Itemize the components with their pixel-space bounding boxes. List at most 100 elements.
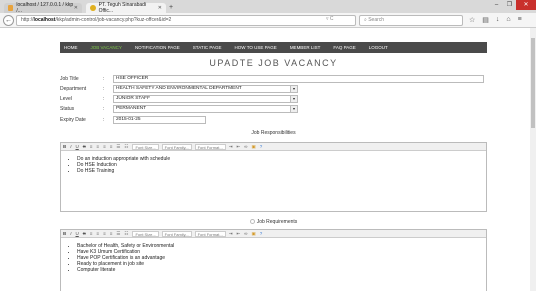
page-title: UPADTE JOB VACANCY [209, 58, 338, 68]
reading-list-icon[interactable]: ▤ [482, 16, 489, 24]
responsibilities-editor[interactable]: B I U S ≡ ≡ ≡ ≡ ☰ ☷ Font Size... Font Fa… [60, 142, 487, 212]
status-select[interactable]: PERMANENT ▾ [113, 104, 298, 113]
job-title-input[interactable]: HSE OFFICER [113, 74, 484, 83]
outdent-icon[interactable]: ⇤ [237, 231, 241, 237]
editor-toolbar: B I U S ≡ ≡ ≡ ≡ ☰ ☷ Font Size... Font Fa… [61, 230, 486, 238]
align-left-icon[interactable]: ≡ [90, 231, 93, 236]
justify-icon[interactable]: ≡ [110, 144, 113, 149]
browser-tab-active[interactable]: PT. Teguh Sinarabadi Offic... ✕ [86, 2, 166, 14]
bold-icon[interactable]: B [63, 144, 66, 149]
editor-toolbar: B I U S ≡ ≡ ≡ ≡ ☰ ☷ Font Size... Font Fa… [61, 143, 486, 151]
expiry-date-label: Expiry Date [60, 116, 86, 123]
level-label: Level [60, 95, 72, 102]
indent-icon[interactable]: ⇥ [229, 231, 233, 237]
numbered-list-icon[interactable]: ☷ [124, 144, 128, 150]
italic-icon[interactable]: I [70, 144, 71, 149]
page-scrollbar[interactable] [530, 28, 536, 291]
phpmyadmin-icon [8, 5, 14, 11]
bullet-list-icon[interactable]: ☰ [116, 231, 120, 237]
close-window-icon[interactable]: ✕ [516, 0, 536, 10]
home-icon[interactable]: ⌂ [506, 16, 510, 24]
browser-tab-bar: localhost / 127.0.0.1 / kkp /... ✕ PT. T… [0, 0, 536, 14]
indent-icon[interactable]: ⇥ [229, 144, 233, 150]
align-right-icon[interactable]: ≡ [103, 231, 106, 236]
close-tab-icon[interactable]: ✕ [74, 5, 78, 11]
list-item: Do HSE Training [77, 168, 486, 174]
requirements-heading: Job Requirements [60, 219, 487, 225]
underline-icon[interactable]: U [76, 144, 79, 149]
align-right-icon[interactable]: ≡ [103, 144, 106, 149]
search-input[interactable]: ⌕ Search [359, 15, 463, 26]
admin-menu: HOME JOB VACANCY NOTIFICATION PAGE STATI… [60, 42, 487, 53]
hamburger-menu-icon[interactable]: ≡ [518, 16, 522, 24]
help-icon[interactable]: ? [260, 231, 263, 236]
italic-icon[interactable]: I [70, 231, 71, 236]
align-center-icon[interactable]: ≡ [96, 231, 99, 236]
underline-icon[interactable]: U [76, 231, 79, 236]
radio-icon [249, 219, 255, 225]
menu-job-vacancy[interactable]: JOB VACANCY [91, 45, 122, 50]
responsibilities-list: Do an induction appropriate with schedul… [61, 151, 486, 174]
menu-home[interactable]: HOME [64, 45, 78, 50]
colon: : [103, 75, 105, 82]
requirements-list: Bachelor of Health, Safety or Environmen… [61, 238, 486, 273]
new-tab-icon[interactable]: + [169, 4, 173, 11]
align-left-icon[interactable]: ≡ [90, 144, 93, 149]
responsibilities-heading: Job Responsibilities [60, 130, 487, 136]
outdent-icon[interactable]: ⇤ [237, 144, 241, 150]
menu-logout[interactable]: LOGOUT [369, 45, 388, 50]
back-arrow-icon[interactable]: ← [3, 15, 14, 26]
font-format-select[interactable]: Font Format... [194, 143, 226, 150]
scrollbar-thumb[interactable] [531, 38, 535, 128]
navigation-bar: ← http://localhost/kkp/admin-control/job… [0, 13, 536, 28]
status-row: Status : PERMANENT ▾ [60, 104, 298, 113]
menu-how-to-use-page[interactable]: HOW TO USE PAGE [235, 45, 277, 50]
site-favicon-icon [90, 5, 96, 11]
font-family-select[interactable]: Font Family... [161, 143, 192, 150]
image-icon[interactable]: ▣ [252, 144, 256, 150]
department-select[interactable]: HEALTH SAFETY AND ENVIRONMENTAL DEPARTME… [113, 84, 298, 93]
strikethrough-icon[interactable]: S [83, 231, 86, 236]
address-bar[interactable]: http://localhost/kkp/admin-control/job-v… [16, 15, 356, 26]
bookmark-star-icon[interactable]: ☆ [469, 16, 475, 24]
colon: : [103, 116, 105, 123]
url-prefix: http:// [21, 17, 34, 23]
heading-text: Job Requirements [256, 219, 298, 225]
download-icon[interactable]: ↓ [496, 16, 500, 24]
colon: : [103, 105, 105, 112]
menu-static-page[interactable]: STATIC PAGE [193, 45, 222, 50]
job-title-row: Job Title : HSE OFFICER [60, 74, 484, 83]
heading-text: Job Responsibilities [251, 130, 296, 136]
numbered-list-icon[interactable]: ☷ [124, 231, 128, 237]
image-icon[interactable]: ▣ [252, 231, 256, 237]
url-host: localhost [33, 17, 56, 23]
menu-notification-page[interactable]: NOTIFICATION PAGE [135, 45, 180, 50]
close-tab-icon[interactable]: ✕ [158, 5, 162, 11]
expiry-date-input[interactable]: 2015-01-25 [113, 115, 206, 124]
reload-icon[interactable]: ▿ C [326, 16, 334, 22]
maximize-icon[interactable]: ❐ [503, 0, 516, 10]
chevron-down-icon: ▾ [290, 95, 297, 102]
status-value: PERMANENT [116, 105, 147, 111]
help-icon[interactable]: ? [260, 144, 263, 149]
strikethrough-icon[interactable]: S [83, 144, 86, 149]
menu-member-list[interactable]: MEMBER LIST [290, 45, 321, 50]
job-title-label: Job Title [60, 75, 79, 82]
font-size-select[interactable]: Font Size... [132, 143, 159, 150]
level-select[interactable]: JUNIOR STAFF ▾ [113, 94, 298, 103]
menu-faq-page[interactable]: FAQ PAGE [333, 45, 355, 50]
align-center-icon[interactable]: ≡ [96, 144, 99, 149]
browser-tab[interactable]: localhost / 127.0.0.1 / kkp /... ✕ [4, 2, 82, 14]
minimize-icon[interactable]: – [490, 0, 503, 10]
bullet-list-icon[interactable]: ☰ [116, 144, 120, 150]
justify-icon[interactable]: ≡ [110, 231, 113, 236]
requirements-editor[interactable]: B I U S ≡ ≡ ≡ ≡ ☰ ☷ Font Size... Font Fa… [60, 229, 487, 291]
font-family-select[interactable]: Font Family... [161, 230, 192, 237]
chevron-down-icon: ▾ [290, 85, 297, 92]
link-icon[interactable]: ∞ [244, 231, 247, 236]
link-icon[interactable]: ∞ [244, 144, 247, 149]
font-format-select[interactable]: Font Format... [194, 230, 226, 237]
url-path: /kkp/admin-control/job-vacancy.php?kuz-o… [55, 17, 172, 23]
font-size-select[interactable]: Font Size... [132, 230, 159, 237]
bold-icon[interactable]: B [63, 231, 66, 236]
